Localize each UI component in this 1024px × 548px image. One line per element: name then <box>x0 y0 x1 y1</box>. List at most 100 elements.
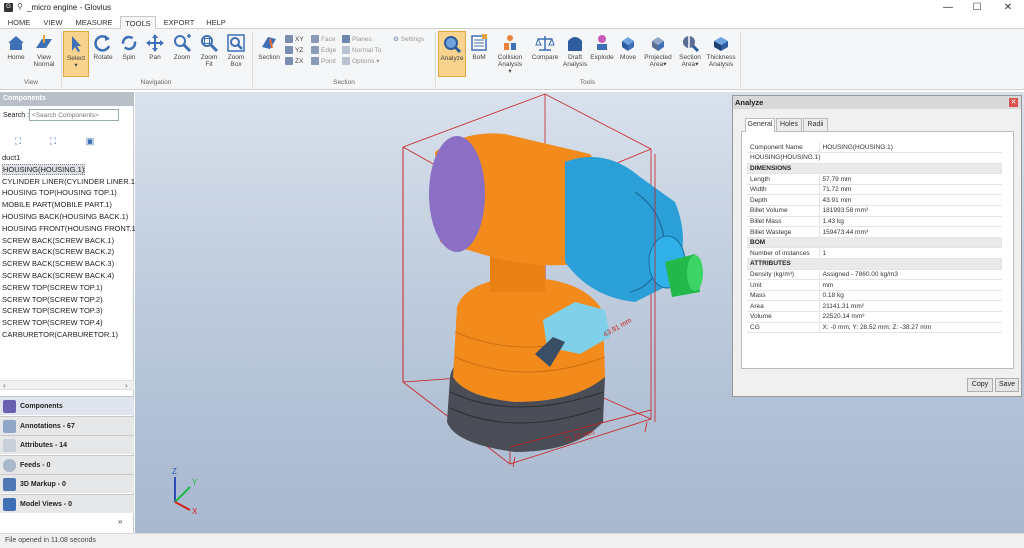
section-options-button[interactable]: Options ▾ <box>342 56 382 67</box>
group-label-section: Section <box>333 79 355 86</box>
move-button[interactable]: Move <box>616 31 640 77</box>
options-icon <box>342 57 350 66</box>
close-button[interactable]: ✕ <box>993 0 1023 16</box>
pin-icon[interactable]: ⚲ <box>17 2 23 11</box>
collapse-all-icon[interactable]: ⛶ <box>46 134 60 148</box>
tree-item[interactable]: SCREW BACK(SCREW BACK.4) <box>0 270 134 282</box>
component-tree: duct1 HOUSING(HOUSING.1) CYLINDER LINER(… <box>0 152 137 432</box>
section-point-button[interactable]: Point <box>311 56 336 67</box>
tree-item[interactable]: SCREW TOP(SCREW TOP.4) <box>0 317 134 329</box>
annotations-button[interactable]: Annotations - 67 <box>0 416 134 435</box>
pan-button[interactable]: Pan <box>143 31 167 77</box>
section-planes-button[interactable]: Planes <box>342 34 382 45</box>
zoom-box-icon <box>227 34 245 52</box>
copy-icon[interactable]: ▣ <box>83 134 97 148</box>
expand-all-icon[interactable]: ⛶ <box>11 134 25 148</box>
tree-item[interactable]: HOUSING FRONT(HOUSING FRONT.1 <box>0 223 136 235</box>
section-area-button[interactable]: Section Area▾ <box>676 31 704 77</box>
section-face-button[interactable]: Face <box>311 34 336 45</box>
section-button[interactable]: Section <box>255 31 283 77</box>
section-normal-to-button[interactable]: Normal To <box>342 45 382 56</box>
tab-general[interactable]: General <box>745 118 775 132</box>
feeds-button[interactable]: Feeds - 0 <box>0 455 134 474</box>
tree-item[interactable]: CYLINDER LINER(CYLINDER LINER.1) <box>0 176 137 188</box>
section-yz-button[interactable]: YZ <box>285 45 304 56</box>
tab-holes[interactable]: Holes <box>776 118 802 131</box>
tab-home[interactable]: HOME <box>3 16 35 29</box>
tree-item[interactable]: SCREW BACK(SCREW BACK.3) <box>0 258 134 270</box>
tree-item[interactable]: CARBURETOR(CARBURETOR.1) <box>0 329 134 341</box>
tab-measure[interactable]: MEASURE <box>72 16 116 29</box>
table-row: Volume 22520.14 mm³ <box>747 311 1002 323</box>
copy-button[interactable]: Copy <box>967 378 993 392</box>
tree-item[interactable]: MOBILE PART(MOBILE PART.1) <box>0 199 134 211</box>
tree-item[interactable]: SCREW BACK(SCREW BACK.2) <box>0 246 134 258</box>
home-button[interactable]: Home <box>3 31 29 77</box>
zoom-box-button[interactable]: Zoom Box <box>223 31 249 77</box>
tab-help[interactable]: HELP <box>202 16 230 29</box>
group-label-tools: Tools <box>579 79 596 86</box>
collision-analysis-button[interactable]: Collision Analysis ▾ <box>492 31 528 77</box>
minimize-button[interactable]: — <box>933 0 963 16</box>
section-icon <box>262 37 276 49</box>
tab-export[interactable]: EXPORT <box>160 16 198 29</box>
explode-icon <box>597 35 607 50</box>
tab-tools[interactable]: TOOLS <box>120 16 156 30</box>
tab-radii[interactable]: Radii <box>803 118 828 131</box>
analyze-button[interactable]: Analyze <box>438 31 466 77</box>
tab-view[interactable]: VIEW <box>38 16 68 29</box>
scroll-left-icon[interactable]: ‹ <box>3 381 6 390</box>
zoom-fit-button[interactable]: Zoom Fit <box>197 31 221 77</box>
tree-item[interactable]: SCREW TOP(SCREW TOP.3) <box>0 305 134 317</box>
section-area-icon <box>683 36 700 53</box>
tree-item[interactable]: SCREW BACK(SCREW BACK.1) <box>0 235 134 247</box>
compare-button[interactable]: Compare <box>529 31 561 77</box>
analyze-dialog: Analyze ✕ General Holes Radii Component … <box>732 95 1022 397</box>
table-row: CG X: -0 mm; Y: 28.52 mm; Z: -38.27 mm <box>747 322 1002 334</box>
rotate-button[interactable]: Rotate <box>91 31 115 77</box>
section-settings-button[interactable]: ⚙ Settings <box>393 34 424 45</box>
view-normal-button[interactable]: View Normal <box>30 31 58 77</box>
model-views-button[interactable]: Model Views - 0 <box>0 494 134 513</box>
section-xy-button[interactable]: XY <box>285 34 304 45</box>
zoom-button[interactable]: Zoom <box>169 31 195 77</box>
horizontal-scrollbar[interactable]: ‹ › <box>0 380 134 390</box>
save-button[interactable]: Save <box>995 378 1019 392</box>
group-separator <box>61 32 62 87</box>
projected-area-button[interactable]: Projected Area▾ <box>641 31 675 77</box>
thickness-analysis-button[interactable]: Thickness Analysis <box>705 31 737 77</box>
group-separator <box>740 32 741 87</box>
tree-item[interactable]: SCREW TOP(SCREW TOP.1) <box>0 282 134 294</box>
pencil-icon <box>3 478 16 491</box>
attributes-icon <box>3 439 16 452</box>
components-button[interactable]: Components <box>0 396 134 415</box>
attributes-button[interactable]: Attributes - 14 <box>0 435 134 454</box>
purple-cap[interactable] <box>429 136 485 252</box>
search-input[interactable] <box>29 109 119 121</box>
bom-button[interactable]: BoM <box>468 31 490 77</box>
explode-button[interactable]: Explode <box>589 31 615 77</box>
tree-item[interactable]: SCREW TOP(SCREW TOP.2) <box>0 294 134 306</box>
tree-item[interactable]: HOUSING BACK(HOUSING BACK.1) <box>0 211 134 223</box>
normal-to-icon <box>342 46 350 55</box>
more-options-icon[interactable]: » <box>118 517 122 526</box>
tree-item[interactable]: HOUSING TOP(HOUSING TOP.1) <box>0 187 134 199</box>
draft-icon <box>568 37 582 51</box>
scroll-right-icon[interactable]: › <box>125 381 128 390</box>
section-zx-button[interactable]: ZX <box>285 56 304 67</box>
tree-item[interactable]: HOUSING(HOUSING.1) <box>0 163 134 176</box>
section-edge-button[interactable]: Edge <box>311 45 336 56</box>
tree-item[interactable]: duct1 <box>0 152 134 164</box>
select-button[interactable]: Select ▾ <box>63 31 89 77</box>
maximize-button[interactable]: ☐ <box>962 0 992 16</box>
3d-markup-button[interactable]: 3D Markup - 0 <box>0 474 134 493</box>
axis-z-label: Z <box>172 467 177 476</box>
xy-plane-icon <box>285 35 293 44</box>
chevron-down-icon: ▾ <box>695 61 699 68</box>
face-icon <box>311 35 319 44</box>
close-icon[interactable]: ✕ <box>1009 98 1018 107</box>
draft-analysis-button[interactable]: Draft Analysis <box>562 31 588 77</box>
chevron-down-icon: ▾ <box>508 68 512 75</box>
view-normal-icon <box>36 35 52 48</box>
spin-button[interactable]: Spin <box>117 31 141 77</box>
